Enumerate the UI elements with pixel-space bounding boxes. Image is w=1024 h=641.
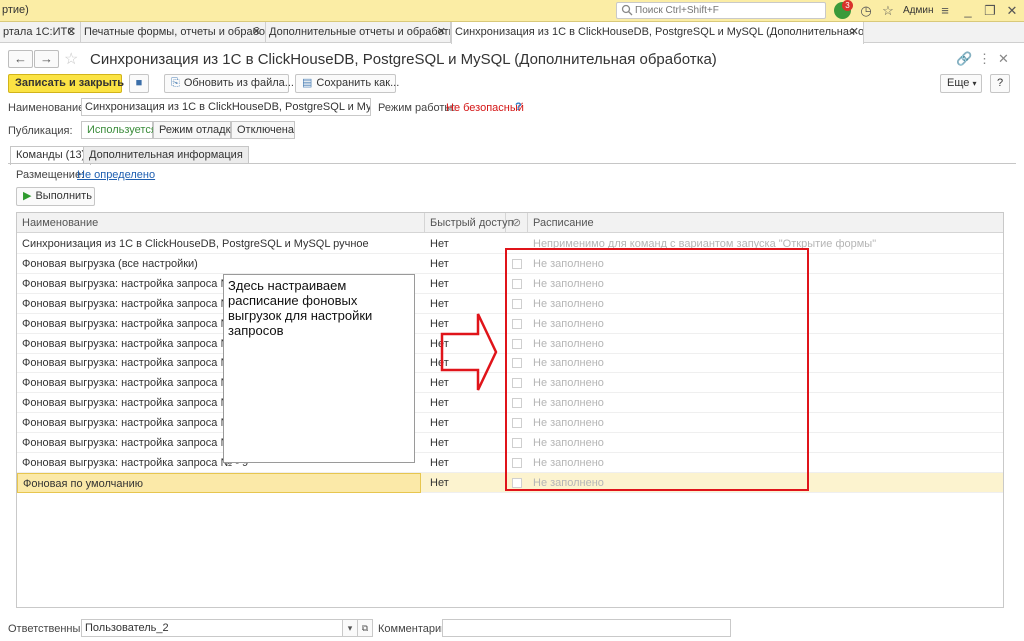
cell-quick-access[interactable]: Нет: [425, 294, 506, 314]
responsible-dropdown-icon[interactable]: ▾: [342, 619, 358, 637]
app-title: ртие): [2, 4, 29, 16]
tab-label: Дополнительные отчеты и обработки: [269, 26, 451, 38]
restore-icon[interactable]: ❐: [982, 3, 998, 19]
play-icon: ▶: [23, 190, 32, 202]
responsible-label: Ответственный:: [8, 623, 90, 635]
forward-button[interactable]: →: [34, 50, 59, 68]
close-icon[interactable]: ✕: [850, 22, 859, 43]
annotation-note: Здесь настраиваем расписание фоновых выг…: [223, 274, 415, 463]
save-close-button[interactable]: Записать и закрыть: [8, 74, 124, 93]
global-search[interactable]: [616, 2, 826, 19]
cell-quick-access[interactable]: Нет: [425, 234, 506, 254]
tab-label: Печатные формы, отчеты и обработки: [84, 26, 266, 38]
col-use-schedule[interactable]: ⊘: [506, 213, 528, 233]
schedule-check-icon: ⊘: [511, 217, 522, 229]
mode-help-icon[interactable]: ?: [515, 101, 522, 113]
publication-debug[interactable]: Режим отладки: [153, 121, 237, 139]
cell-name[interactable]: Фоновая выгрузка (все настройки): [17, 254, 425, 274]
close-form-icon[interactable]: ✕: [998, 51, 1009, 67]
minimize-icon[interactable]: _: [960, 3, 976, 19]
cell-quick-access[interactable]: Нет: [425, 393, 506, 413]
tab-its[interactable]: ртала 1С:ИТС ✕: [0, 22, 81, 43]
name-field[interactable]: Синхронизация из 1С в ClickHouseDB, Post…: [81, 98, 371, 116]
back-button[interactable]: ←: [8, 50, 33, 68]
favorite-star-icon[interactable]: ☆: [64, 49, 78, 69]
responsible-field[interactable]: Пользователь_2: [81, 619, 344, 637]
chevron-down-icon: ▾: [972, 79, 977, 88]
responsible-open-icon[interactable]: ⧉: [357, 619, 373, 637]
menu-icon[interactable]: ≡: [937, 3, 953, 19]
cell-quick-access[interactable]: Нет: [425, 413, 506, 433]
tab-additional-reports[interactable]: Дополнительные отчеты и обработки ✕: [266, 22, 451, 43]
update-file-icon: ⎘: [171, 77, 180, 89]
cell-name[interactable]: Фоновая по умолчанию: [17, 472, 421, 493]
cell-quick-access[interactable]: Нет: [425, 453, 506, 473]
publication-disabled[interactable]: Отключена: [231, 121, 295, 139]
comment-field[interactable]: [442, 619, 731, 637]
table-header: Наименование Быстрый доступ ⊘ Расписание: [17, 213, 1003, 233]
annotation-arrow-icon: [440, 313, 498, 391]
col-quick-access[interactable]: Быстрый доступ: [425, 213, 514, 233]
search-icon: [621, 4, 633, 16]
more-menu-icon[interactable]: ⋮: [978, 51, 991, 67]
tab-label: Синхронизация из 1С в ClickHouseDB, Post…: [455, 26, 864, 38]
floppy-icon: ■: [135, 77, 143, 89]
favorites-icon[interactable]: ☆: [880, 3, 896, 19]
tab-print-forms[interactable]: Печатные формы, отчеты и обработки ✕: [81, 22, 266, 43]
highlight-box: [505, 248, 809, 491]
tabs-bar: ртала 1С:ИТС ✕ Печатные формы, отчеты и …: [0, 22, 1024, 44]
tab-sync-processing[interactable]: Синхронизация из 1С в ClickHouseDB, Post…: [451, 22, 864, 44]
placement-label: Размещение:: [16, 169, 85, 181]
cell-quick-access[interactable]: Нет: [425, 254, 506, 274]
close-icon[interactable]: ✕: [252, 22, 261, 43]
cell-quick-access[interactable]: Нет: [425, 274, 506, 294]
help-button[interactable]: ?: [990, 74, 1010, 93]
app-header: ртие) 3 ◷ ☆ Админ ≡ _ ❐ ✕: [0, 0, 1024, 22]
close-icon[interactable]: ✕: [67, 22, 76, 43]
more-label: Еще: [947, 77, 970, 89]
publication-label: Публикация:: [8, 125, 73, 137]
save-as-icon: ▤: [302, 77, 313, 89]
user-name[interactable]: Админ: [903, 5, 934, 16]
run-button-label: Выполнить: [35, 190, 92, 202]
close-window-icon[interactable]: ✕: [1004, 3, 1020, 19]
update-from-file-button[interactable]: ⎘ Обновить из файла...: [164, 74, 294, 93]
mode-value[interactable]: Не безопасный: [446, 102, 524, 114]
mode-label: Режим работы:: [378, 102, 456, 114]
history-icon[interactable]: ◷: [858, 3, 874, 19]
cell-quick-access[interactable]: Нет: [425, 473, 506, 493]
name-label: Наименование:: [8, 102, 88, 114]
col-name[interactable]: Наименование: [17, 213, 425, 233]
placement-link[interactable]: Не определено: [77, 169, 155, 181]
update-from-file-label: Обновить из файла...: [183, 77, 294, 89]
save-as-label: Сохранить как...: [316, 77, 400, 89]
tab-additional-info[interactable]: Дополнительная информация: [83, 146, 249, 164]
tabs-divider: [8, 163, 1016, 164]
close-icon[interactable]: ✕: [437, 22, 446, 43]
run-button[interactable]: ▶ Выполнить: [16, 187, 95, 206]
form-title: Синхронизация из 1С в ClickHouseDB, Post…: [90, 51, 717, 68]
search-input[interactable]: [635, 4, 821, 17]
cell-quick-access[interactable]: Нет: [425, 433, 506, 453]
save-button[interactable]: ■: [129, 74, 149, 93]
cell-name[interactable]: Синхронизация из 1С в ClickHouseDB, Post…: [17, 234, 425, 254]
comment-label: Комментарий:: [378, 623, 451, 635]
more-button[interactable]: Еще ▾: [940, 74, 982, 93]
notifications-count: 3: [842, 0, 853, 11]
link-icon[interactable]: 🔗: [956, 51, 972, 67]
tab-label: ртала 1С:ИТС: [3, 26, 76, 38]
col-schedule[interactable]: Расписание: [528, 213, 1003, 233]
save-as-button[interactable]: ▤ Сохранить как...: [295, 74, 400, 93]
publication-used[interactable]: Используется: [81, 121, 157, 139]
